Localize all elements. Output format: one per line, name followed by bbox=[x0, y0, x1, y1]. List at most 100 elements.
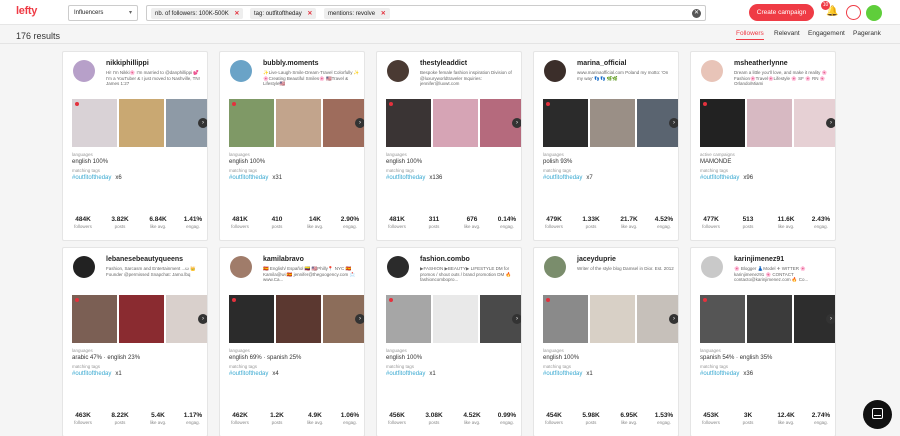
influencer-card[interactable]: bubbly.moments ✨Live·Laugh·Smile·Dream·T… bbox=[219, 51, 365, 241]
influencer-card[interactable]: thestyleaddict Bespoke female fashion in… bbox=[376, 51, 522, 241]
post-thumbnail[interactable]: › bbox=[637, 99, 678, 147]
post-thumbnail[interactable] bbox=[747, 99, 792, 147]
close-icon[interactable]: ✕ bbox=[234, 11, 239, 17]
close-icon[interactable]: ✕ bbox=[381, 11, 386, 17]
post-thumbnail[interactable]: › bbox=[794, 295, 835, 343]
influencer-handle[interactable]: karinjimenez91 bbox=[734, 256, 784, 263]
chevron-right-icon[interactable]: › bbox=[826, 314, 835, 324]
influencer-card[interactable]: msheatherlynne Dream a little you'll lov… bbox=[690, 51, 836, 241]
influencer-card[interactable]: marina_official www.marinaofficial.com P… bbox=[533, 51, 679, 241]
post-thumbnail[interactable] bbox=[700, 295, 745, 343]
tab-engagement[interactable]: Engagement bbox=[808, 30, 845, 37]
influencer-handle[interactable]: jaceyduprie bbox=[577, 256, 616, 263]
matching-tag[interactable]: #outfitoftheday x96 bbox=[700, 174, 830, 182]
matching-tag[interactable]: #outfitoftheday x1 bbox=[543, 370, 673, 378]
post-thumbnail[interactable] bbox=[229, 295, 274, 343]
lefty-logo[interactable]: lefty bbox=[16, 5, 37, 17]
close-icon[interactable]: ✕ bbox=[307, 11, 312, 17]
influencer-card[interactable]: fashion.combo ▶FASHION ▶BEAUTY▶ LIFESTYL… bbox=[376, 247, 522, 436]
profile-ring-icon[interactable] bbox=[846, 5, 861, 20]
influencer-handle[interactable]: nikkiphillippi bbox=[106, 60, 149, 67]
avatar[interactable] bbox=[230, 256, 252, 278]
filter-chip-followers[interactable]: nb. of followers: 100K-500K ✕ bbox=[151, 8, 244, 19]
post-thumbnail[interactable] bbox=[433, 295, 478, 343]
post-thumbnail[interactable]: › bbox=[794, 99, 835, 147]
influencer-handle[interactable]: thestyleaddict bbox=[420, 60, 467, 67]
avatar[interactable] bbox=[73, 256, 95, 278]
search-filter-bar[interactable]: nb. of followers: 100K-500K ✕ tag: outfi… bbox=[146, 5, 706, 21]
post-thumbnail[interactable] bbox=[700, 99, 745, 147]
chevron-right-icon[interactable]: › bbox=[669, 314, 678, 324]
matching-tag[interactable]: #outfitoftheday x4 bbox=[229, 370, 359, 378]
matching-tag[interactable]: #outfitoftheday x6 bbox=[72, 174, 202, 182]
chat-button[interactable] bbox=[863, 400, 892, 429]
matching-tag[interactable]: #outfitoftheday x1 bbox=[386, 370, 516, 378]
influencer-card[interactable]: jaceyduprie Writer of the style blog Dam… bbox=[533, 247, 679, 436]
chevron-right-icon[interactable]: › bbox=[669, 118, 678, 128]
create-campaign-button[interactable]: Create campaign bbox=[749, 4, 814, 21]
influencer-handle[interactable]: marina_official bbox=[577, 60, 626, 67]
post-thumbnail[interactable]: › bbox=[166, 295, 207, 343]
post-thumbnail[interactable] bbox=[276, 99, 321, 147]
tab-followers[interactable]: Followers bbox=[736, 30, 764, 40]
chevron-right-icon[interactable]: › bbox=[198, 118, 207, 128]
influencer-card[interactable]: nikkiphillippi Hi! I'm Nikki🌸 I'm marrie… bbox=[62, 51, 208, 241]
influencer-card[interactable]: lebanesebeautyqueens Fashion, Sarcasm an… bbox=[62, 247, 208, 436]
clear-search-icon[interactable]: ✕ bbox=[692, 9, 701, 18]
filter-chip-tag[interactable]: tag: outfitoftheday ✕ bbox=[250, 8, 317, 19]
post-thumbnail[interactable]: › bbox=[166, 99, 207, 147]
post-thumbnail[interactable] bbox=[386, 99, 431, 147]
influencer-handle[interactable]: bubbly.moments bbox=[263, 60, 318, 67]
post-thumbnail[interactable] bbox=[590, 295, 635, 343]
type-dropdown[interactable]: Influencers ▾ bbox=[68, 5, 138, 21]
avatar[interactable] bbox=[387, 60, 409, 82]
matching-tag[interactable]: #outfitoftheday x1 bbox=[72, 370, 202, 378]
post-thumbnail[interactable] bbox=[433, 99, 478, 147]
post-thumbnail[interactable]: › bbox=[323, 99, 364, 147]
matching-tag[interactable]: #outfitoftheday x7 bbox=[543, 174, 673, 182]
tab-relevant[interactable]: Relevant bbox=[774, 30, 800, 37]
influencer-card[interactable]: kamilabravo 🇪🇸 English/ Español 🇨🇴 🇺🇸Phi… bbox=[219, 247, 365, 436]
post-thumbnail[interactable] bbox=[229, 99, 274, 147]
post-thumbnail[interactable] bbox=[72, 99, 117, 147]
post-thumbnail[interactable] bbox=[119, 99, 164, 147]
matching-tag[interactable]: #outfitoftheday x136 bbox=[386, 174, 516, 182]
post-thumbnail[interactable]: › bbox=[480, 99, 521, 147]
post-thumbnail[interactable] bbox=[590, 99, 635, 147]
influencer-handle[interactable]: msheatherlynne bbox=[734, 60, 788, 67]
influencer-card[interactable]: karinjimenez91 🌸 Blogger 👗Model ✈ WITTER… bbox=[690, 247, 836, 436]
avatar[interactable] bbox=[701, 60, 723, 82]
user-avatar[interactable] bbox=[866, 5, 882, 21]
stat-value: 479K bbox=[546, 216, 562, 223]
avatar[interactable] bbox=[701, 256, 723, 278]
chevron-right-icon[interactable]: › bbox=[355, 314, 364, 324]
post-thumbnail[interactable] bbox=[543, 295, 588, 343]
avatar[interactable] bbox=[387, 256, 409, 278]
post-thumbnail[interactable] bbox=[276, 295, 321, 343]
influencer-handle[interactable]: fashion.combo bbox=[420, 256, 470, 263]
filter-chip-mentions[interactable]: mentions: revolve ✕ bbox=[324, 8, 390, 19]
stat-label: followers bbox=[388, 420, 406, 425]
post-thumbnail[interactable] bbox=[386, 295, 431, 343]
avatar[interactable] bbox=[544, 60, 566, 82]
chevron-right-icon[interactable]: › bbox=[355, 118, 364, 128]
post-thumbnail[interactable]: › bbox=[480, 295, 521, 343]
post-thumbnail[interactable] bbox=[72, 295, 117, 343]
avatar[interactable] bbox=[73, 60, 95, 82]
chevron-right-icon[interactable]: › bbox=[826, 118, 835, 128]
tab-pagerank[interactable]: Pagerank bbox=[853, 30, 881, 37]
influencer-handle[interactable]: lebanesebeautyqueens bbox=[106, 256, 183, 263]
matching-tag[interactable]: #outfitoftheday x36 bbox=[700, 370, 830, 378]
matching-tag[interactable]: #outfitoftheday x31 bbox=[229, 174, 359, 182]
post-thumbnail[interactable]: › bbox=[323, 295, 364, 343]
chevron-right-icon[interactable]: › bbox=[512, 314, 521, 324]
avatar[interactable] bbox=[544, 256, 566, 278]
chevron-right-icon[interactable]: › bbox=[512, 118, 521, 128]
influencer-handle[interactable]: kamilabravo bbox=[263, 256, 304, 263]
post-thumbnail[interactable]: › bbox=[637, 295, 678, 343]
post-thumbnail[interactable] bbox=[747, 295, 792, 343]
post-thumbnail[interactable] bbox=[119, 295, 164, 343]
chevron-right-icon[interactable]: › bbox=[198, 314, 207, 324]
avatar[interactable] bbox=[230, 60, 252, 82]
post-thumbnail[interactable] bbox=[543, 99, 588, 147]
